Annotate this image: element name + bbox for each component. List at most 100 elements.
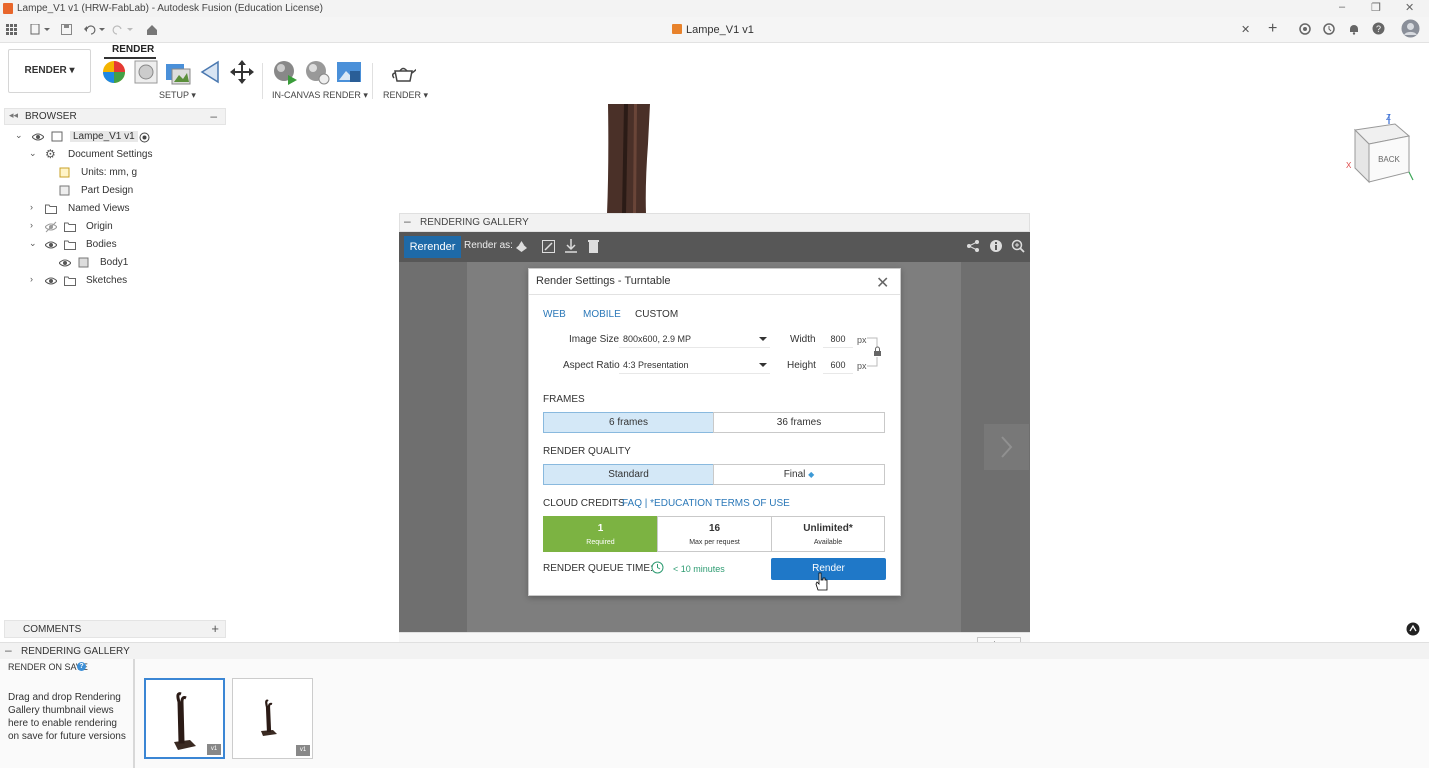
window-title: Lampe_V1 v1 (HRW-FabLab) - Autodesk Fusi… (17, 3, 323, 14)
add-comment-button[interactable]: + (211, 621, 219, 636)
window-close-button[interactable]: ✕ (1405, 1, 1414, 14)
notifications-icon[interactable] (1348, 23, 1360, 35)
help-icon[interactable]: ? (1372, 22, 1385, 35)
redo-icon[interactable] (112, 24, 134, 35)
activate-radio-icon[interactable] (139, 132, 150, 143)
comments-panel-header[interactable]: COMMENTS + (4, 620, 226, 638)
dialog-close-icon[interactable]: ✕ (876, 273, 889, 293)
hidden-eye-icon[interactable] (45, 221, 57, 233)
decal-icon[interactable] (198, 59, 224, 85)
save-icon[interactable] (61, 24, 72, 35)
image-size-dropdown[interactable]: 800x600, 2.9 MP (619, 331, 770, 348)
aspect-lock-icon[interactable] (867, 337, 883, 367)
minimize-button[interactable]: – (1339, 1, 1345, 13)
file-menu-icon[interactable] (30, 24, 50, 35)
texture-map-icon[interactable] (165, 59, 191, 85)
version-badge: v1 (207, 744, 221, 755)
tree-item-document-settings[interactable]: ⌄ ⚙ Document Settings (0, 146, 226, 164)
tab-mobile[interactable]: MOBILE (583, 309, 621, 320)
tree-item-sketches[interactable]: › Sketches (0, 272, 226, 290)
download-icon[interactable] (565, 239, 577, 253)
rendering-gallery-header[interactable]: – RENDERING GALLERY (399, 213, 1030, 232)
visibility-eye-icon[interactable] (45, 275, 57, 287)
tab-render[interactable]: RENDER (112, 44, 154, 55)
tab-web[interactable]: WEB (543, 309, 566, 320)
delete-trash-icon[interactable] (588, 239, 599, 253)
height-input[interactable]: 600 (823, 357, 853, 374)
view-cube-face-label[interactable]: BACK (1378, 155, 1400, 164)
info-icon[interactable] (989, 239, 1003, 253)
bottom-gallery-collapse[interactable]: – (5, 643, 12, 657)
visibility-eye-icon[interactable] (45, 239, 57, 251)
bottom-rendering-gallery-header[interactable]: – RENDERING GALLERY (0, 642, 1429, 659)
edit-image-icon[interactable] (542, 240, 555, 253)
render-as-icon[interactable] (515, 240, 528, 253)
capture-image-icon[interactable] (336, 59, 362, 85)
in-canvas-render-icon[interactable] (272, 59, 298, 85)
frames-36-option[interactable]: 36 frames (713, 412, 885, 433)
tab-custom[interactable]: CUSTOM (635, 309, 678, 320)
visibility-eye-icon[interactable] (32, 131, 44, 143)
render-on-save-drop-zone[interactable]: RENDER ON SAVE ? Drag and drop Rendering… (0, 659, 135, 768)
browser-minimize-button[interactable]: – (210, 109, 217, 123)
extensions-icon[interactable] (1299, 23, 1311, 35)
setup-menu[interactable]: SETUP ▾ (159, 90, 196, 101)
render-teapot-icon[interactable] (390, 59, 416, 85)
quality-final-option[interactable]: Final ◆ (713, 464, 885, 485)
gallery-thumbnail[interactable]: v1 (232, 678, 313, 759)
home-icon[interactable] (146, 24, 158, 35)
render-menu[interactable]: RENDER ▾ (383, 90, 428, 101)
tree-item-part-design[interactable]: Part Design (0, 182, 226, 200)
tree-item-origin[interactable]: › Origin (0, 218, 226, 236)
document-tab[interactable]: Lampe_V1 v1 (672, 24, 754, 36)
zoom-icon[interactable] (1011, 239, 1025, 253)
workspace-switcher[interactable]: RENDER ▾ (8, 49, 91, 93)
tree-item-label: Lampe_V1 v1 (70, 131, 138, 142)
share-icon[interactable] (966, 239, 980, 253)
new-tab-icon[interactable]: + (1268, 20, 1277, 38)
width-input[interactable]: 800 (823, 331, 853, 348)
tab-close-icon[interactable]: ✕ (1241, 23, 1250, 36)
next-image-button[interactable] (984, 424, 1029, 470)
appearance-icon[interactable] (101, 59, 127, 85)
aspect-ratio-dropdown[interactable]: 4:3 Presentation (619, 357, 770, 374)
text-commands-icon[interactable] (1406, 622, 1420, 636)
user-avatar-icon[interactable] (1401, 19, 1420, 38)
tree-item-bodies[interactable]: ⌄ Bodies (0, 236, 226, 254)
move-icon[interactable] (229, 59, 255, 85)
document-cube-icon (672, 24, 682, 34)
in-canvas-settings-icon[interactable] (304, 59, 330, 85)
expand-arrow-icon[interactable]: ⌄ (29, 238, 37, 249)
rendering-gallery-minimize[interactable]: – (404, 214, 411, 228)
visibility-eye-icon[interactable] (59, 257, 71, 269)
gallery-thumbnail[interactable]: v1 (144, 678, 225, 759)
tree-item-root[interactable]: ⌄ Lampe_V1 v1 (0, 128, 226, 146)
axis-x-label: X (1346, 161, 1352, 170)
tree-item-named-views[interactable]: › Named Views (0, 200, 226, 218)
expand-arrow-icon[interactable]: › (30, 220, 33, 230)
undo-icon[interactable] (84, 24, 106, 35)
job-status-icon[interactable] (1323, 23, 1335, 35)
collapse-arrows-icon[interactable]: ◂◂ (9, 110, 18, 121)
component-icon (51, 131, 63, 142)
expand-arrow-icon[interactable]: ⌄ (15, 130, 23, 141)
tree-item-body1[interactable]: Body1 (0, 254, 226, 272)
quality-standard-option[interactable]: Standard (543, 464, 714, 485)
frames-6-option[interactable]: 6 frames (543, 412, 714, 433)
scene-settings-icon[interactable] (133, 59, 159, 85)
expand-arrow-icon[interactable]: › (30, 274, 33, 284)
browser-header[interactable]: ◂◂ BROWSER – (4, 108, 226, 125)
image-size-value: 800x600, 2.9 MP (623, 334, 692, 344)
app-grid-icon[interactable] (6, 24, 17, 35)
in-canvas-render-menu[interactable]: IN-CANVAS RENDER ▾ (272, 90, 368, 101)
maximize-button[interactable]: ❐ (1371, 1, 1381, 14)
expand-arrow-icon[interactable]: › (30, 202, 33, 212)
tree-item-units[interactable]: Units: mm, g (0, 164, 226, 182)
view-cube[interactable]: BACK Z X (1343, 110, 1418, 185)
expand-arrow-icon[interactable]: ⌄ (29, 148, 37, 159)
help-icon[interactable]: ? (77, 662, 86, 671)
rerender-button[interactable]: Rerender (404, 236, 461, 258)
lamp-model[interactable] (604, 104, 654, 214)
rendering-gallery-title: RENDERING GALLERY (420, 217, 529, 228)
faq-terms-link[interactable]: FAQ | *EDUCATION TERMS OF USE (622, 498, 790, 509)
